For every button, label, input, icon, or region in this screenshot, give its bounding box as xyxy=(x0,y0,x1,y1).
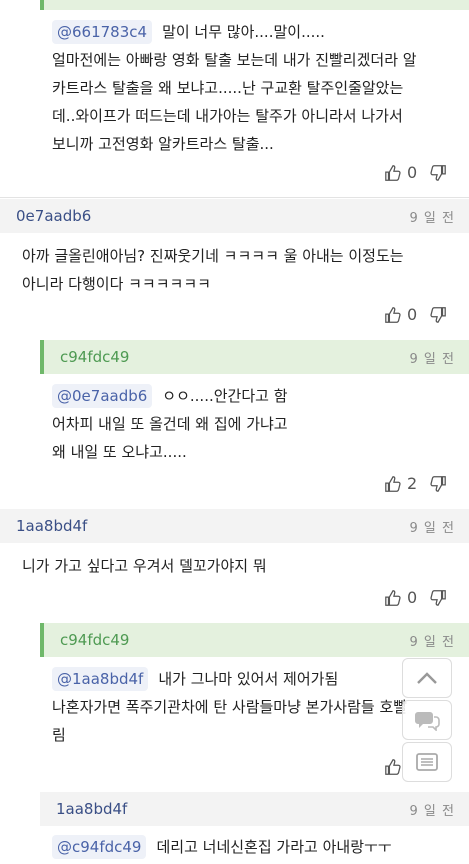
like-count: 2 xyxy=(407,474,418,493)
comment-author[interactable]: 0e7aadb6 xyxy=(16,207,91,225)
mention-tag[interactable]: @c94fdc49 xyxy=(52,835,147,859)
list-icon xyxy=(416,753,438,771)
thumbs-up-icon[interactable] xyxy=(384,164,402,182)
chevron-up-icon xyxy=(417,672,437,684)
comment-date: 9 일 전 xyxy=(409,634,455,650)
like-count: 0 xyxy=(407,588,418,607)
comment-date: 9 일 전 xyxy=(409,803,455,819)
comment-author[interactable]: 1aa8bd4f xyxy=(56,800,127,818)
vote-bar: 0 xyxy=(384,588,447,607)
comment-author[interactable]: c94fdc49 xyxy=(60,631,129,649)
comment-body: @0e7aadb6 ㅇㅇ.....안간다고 함 어차피 내일 또 올건데 왜 집에… xyxy=(52,382,467,466)
thumbs-up-icon[interactable] xyxy=(384,758,402,776)
chat-bubble-icon xyxy=(415,712,440,731)
scroll-top-button[interactable] xyxy=(402,658,452,698)
mention-tag[interactable]: @0e7aadb6 xyxy=(52,384,153,408)
comment-date: 9 일 전 xyxy=(409,520,455,536)
list-button[interactable] xyxy=(402,742,452,782)
reply-accent-bar xyxy=(40,0,44,10)
thumbs-down-icon[interactable] xyxy=(429,589,447,607)
mention-tag[interactable]: @1aa8bd4f xyxy=(52,667,149,691)
comment-author[interactable]: 1aa8bd4f xyxy=(16,517,87,535)
comment-text: 데리고 너네신혼집 가라고 아내랑ㅜㅜ xyxy=(156,838,392,856)
comment-author[interactable]: c94fdc49 xyxy=(60,348,129,366)
reply-header: c94fdc49 9 일 전 xyxy=(40,623,469,657)
vote-bar: 2 xyxy=(384,474,447,493)
comment-body: @661783c4 말이 너무 많아....말이..... 얼마전에는 아빠랑 영… xyxy=(52,18,467,158)
thumbs-up-icon[interactable] xyxy=(384,475,402,493)
comment-text: 나혼자가면 폭주기관차에 탄 사람들마냥 본가사람들 호빨 림 xyxy=(52,698,408,744)
reply-header: 1aa8bd4f 9 일 전 xyxy=(40,792,469,826)
comment-date: 9 일 전 xyxy=(409,210,455,226)
reply-header: c94fdc49 9 일 전 xyxy=(40,340,469,374)
like-count: 0 xyxy=(407,163,418,182)
comment-text: ㅇㅇ.....안간다고 함 xyxy=(162,387,288,405)
comment-text: 얼마전에는 아빠랑 영화 탈출 보는데 내가 진빨리겠더라 알 카트라스 탈출을… xyxy=(52,51,417,153)
reply-comment: @661783c4 말이 너무 많아....말이..... 얼마전에는 아빠랑 영… xyxy=(0,0,469,190)
reply-header-bar xyxy=(40,0,469,10)
thumbs-up-icon[interactable] xyxy=(384,306,402,324)
comment-text: 어차피 내일 또 올건데 왜 집에 가냐고 왜 내일 또 오냐고..... xyxy=(52,415,288,461)
comment-date: 9 일 전 xyxy=(409,351,455,367)
thumbs-down-icon[interactable] xyxy=(429,164,447,182)
comment-header: 0e7aadb6 9 일 전 xyxy=(0,199,469,233)
mention-tag[interactable]: @661783c4 xyxy=(52,20,153,44)
vote-bar: 0 xyxy=(384,305,447,324)
comment-body: 아까 글올린애아님? 진짜웃기네 ㅋㅋㅋㅋ 울 아내는 이정도는 아니라 다행이… xyxy=(22,247,404,293)
comment-body: 니가 가고 싶다고 우겨서 델꼬가야지 뭐 xyxy=(22,557,267,575)
comment-text: 말이 너무 많아....말이..... xyxy=(162,23,325,41)
thumbs-up-icon[interactable] xyxy=(384,589,402,607)
comment-header: 1aa8bd4f 9 일 전 xyxy=(0,509,469,543)
divider xyxy=(0,197,469,198)
thumbs-down-icon[interactable] xyxy=(429,475,447,493)
vote-bar xyxy=(384,758,402,776)
like-count: 0 xyxy=(407,305,418,324)
thumbs-down-icon[interactable] xyxy=(429,306,447,324)
chat-button[interactable] xyxy=(402,700,452,740)
comment-text: 내가 그나마 있어서 제어가됨 xyxy=(158,670,339,688)
comment-body: @c94fdc49 데리고 너네신혼집 가라고 아내랑ㅜㅜ xyxy=(52,833,467,861)
vote-bar: 0 xyxy=(384,163,447,182)
